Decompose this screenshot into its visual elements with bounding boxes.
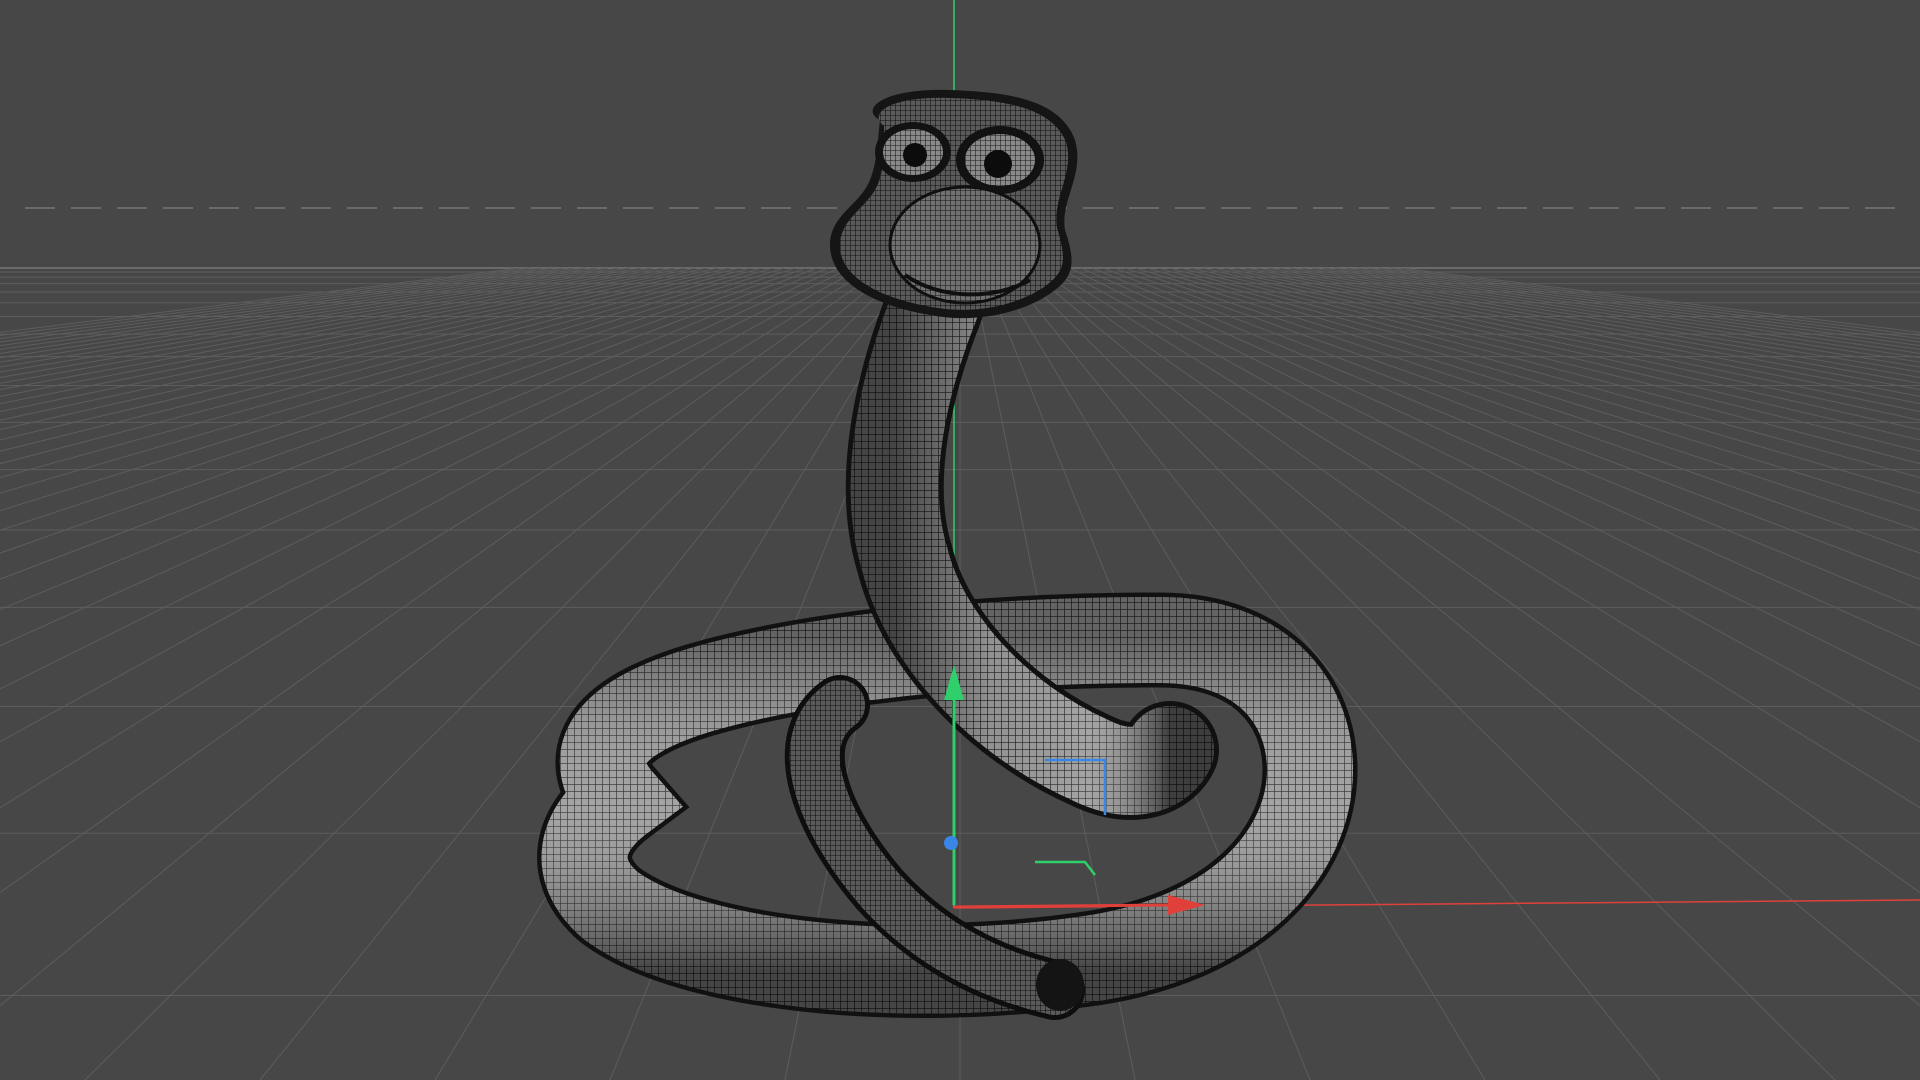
grid-line-depth: [1366, 267, 1920, 343]
grid-line-depth: [1399, 267, 1920, 333]
snake-head: [830, 89, 1078, 319]
snake-tail-tip: [1036, 959, 1084, 1011]
grid-line-depth: [0, 267, 554, 343]
xy-plane-handle[interactable]: [1035, 860, 1096, 876]
grid-line-depth: [0, 267, 653, 384]
grid-line-depth: [0, 267, 664, 391]
x-axis-arrow-shaft[interactable]: [953, 903, 1171, 909]
grid-line-depth: [0, 267, 598, 359]
grid-line-depth: [0, 267, 576, 350]
grid-line-depth: [0, 267, 609, 363]
grid-line-depth: [0, 267, 631, 373]
grid-line-depth: [1388, 267, 1920, 336]
grid-line-depth: [0, 267, 675, 397]
grid-line-depth: [0, 267, 697, 413]
grid-line-depth: [1289, 267, 1920, 373]
grid-line-depth: [0, 267, 521, 333]
grid-line-depth: [1311, 267, 1920, 363]
snake-neck-shading: [850, 261, 1214, 815]
z-axis-handle-icon[interactable]: [944, 836, 958, 850]
grid-line-depth: [0, 267, 686, 405]
grid-line-depth: [1344, 267, 1920, 350]
grid-line-depth: [1245, 267, 1920, 397]
grid-line-depth: [0, 267, 532, 336]
grid-line-depth: [1234, 267, 1920, 405]
grid-line-depth: [1267, 267, 1920, 384]
viewport-canvas[interactable]: [0, 0, 1920, 1080]
3d-viewport[interactable]: [0, 0, 1920, 1080]
grid-line-depth: [1322, 267, 1920, 359]
grid-line-depth: [1256, 267, 1920, 391]
